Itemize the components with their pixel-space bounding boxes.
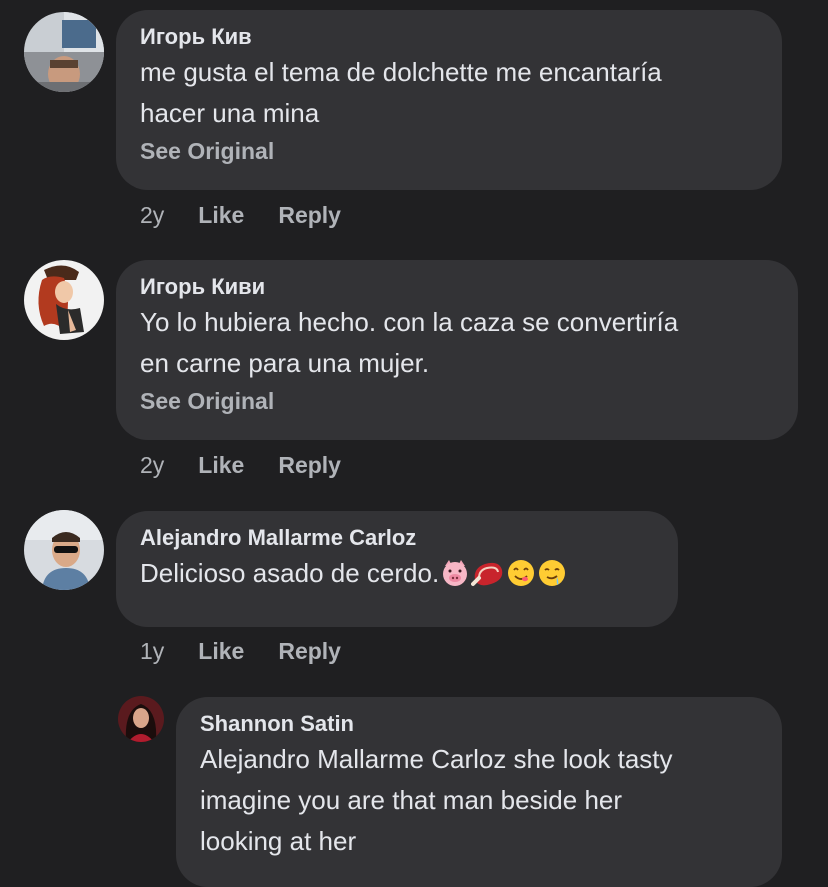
comment-timestamp[interactable]: 2y	[140, 200, 164, 230]
avatar-shannon-satin[interactable]	[118, 696, 164, 742]
avatar-alejandro[interactable]	[24, 510, 104, 590]
avatar-igor-kiv[interactable]	[24, 12, 104, 92]
comment-bubble: Alejandro Mallarme Carloz Delicioso asad…	[116, 511, 678, 627]
comment-text: Yo lo hubiera hecho. con la caza se conv…	[140, 307, 679, 378]
pig-face-emoji	[443, 560, 468, 586]
avatar-igor-kivi[interactable]	[24, 260, 104, 340]
comment-text: Alejandro Mallarme Carloz she look tasty…	[200, 744, 673, 856]
like-button[interactable]: Like	[198, 450, 244, 480]
see-original-link[interactable]: See Original	[140, 384, 774, 418]
drooling-face-emoji	[539, 560, 566, 586]
yum-face-emoji	[508, 560, 535, 586]
comment-text: me gusta el tema de dolchette me encanta…	[140, 57, 662, 128]
comment-timestamp[interactable]: 2y	[140, 450, 164, 480]
comment-text: Delicioso asado de cerdo.	[140, 553, 654, 594]
reply-button[interactable]: Reply	[278, 450, 341, 480]
reply-button[interactable]: Reply	[278, 636, 341, 666]
like-button[interactable]: Like	[198, 636, 244, 666]
comment-author[interactable]: Alejandro Mallarme Carloz	[140, 523, 654, 553]
reply-button[interactable]: Reply	[278, 200, 341, 230]
comment-timestamp[interactable]: 1y	[140, 636, 164, 666]
comment-actions: 2y Like Reply	[140, 450, 375, 480]
comment-actions: 2y Like Reply	[140, 200, 375, 230]
comment-author[interactable]: Игорь Кив	[140, 22, 758, 52]
comment-author[interactable]: Игорь Киви	[140, 272, 774, 302]
comment-actions: 1y Like Reply	[140, 636, 375, 666]
meat-emoji	[471, 562, 503, 586]
comment-bubble: Shannon Satin Alejandro Mallarme Carloz …	[176, 697, 782, 887]
comment-bubble: Игорь Кив me gusta el tema de dolchette …	[116, 10, 782, 190]
emoji-group	[439, 558, 567, 588]
see-original-link[interactable]: See Original	[140, 134, 758, 168]
comment-bubble: Игорь Киви Yo lo hubiera hecho. con la c…	[116, 260, 798, 440]
comment-author[interactable]: Shannon Satin	[200, 709, 758, 739]
comment-text-body: Delicioso asado de cerdo.	[140, 558, 440, 588]
like-button[interactable]: Like	[198, 200, 244, 230]
